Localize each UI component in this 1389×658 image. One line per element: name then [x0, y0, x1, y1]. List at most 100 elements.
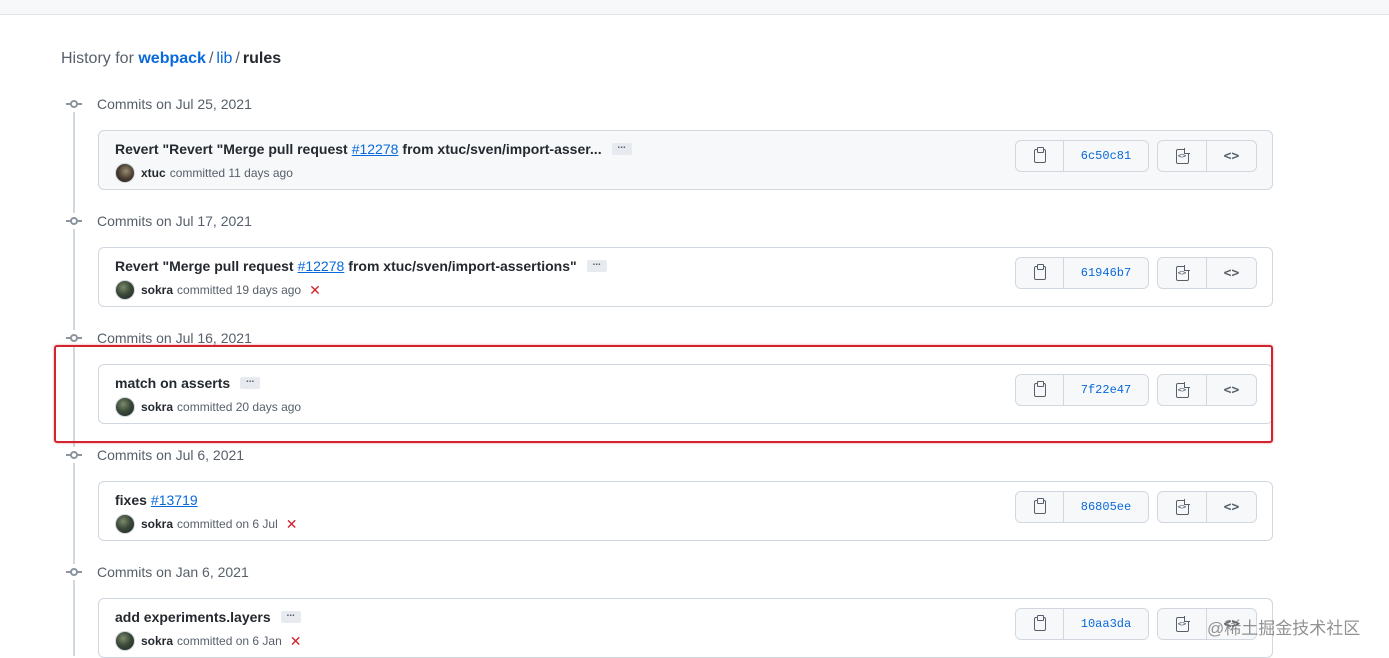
browse-button-group: <> <> [1157, 374, 1257, 406]
watermark: @稀土掘金技术社区 [1207, 619, 1361, 638]
author-link[interactable]: sokra [141, 283, 173, 297]
clipboard-icon [1033, 264, 1046, 280]
commit-title: match on asserts... [115, 375, 261, 391]
file-code-icon: <> [1175, 615, 1190, 632]
commit-title-link-rest[interactable]: from xtuc/sven/import-assertions" [348, 258, 576, 274]
expand-message-button[interactable]: ... [586, 258, 607, 272]
current-path: rules [242, 50, 282, 67]
commit-title: Revert "Merge pull request #12278 from xtu… [115, 258, 607, 274]
sha-button-group: 86805ee [1015, 491, 1149, 523]
browse-button-group: <> <> [1157, 140, 1257, 172]
status-failed-icon[interactable]: ✕ [309, 283, 321, 297]
file-code-icon: <> [1175, 381, 1190, 398]
browse-files-button[interactable]: <> [1158, 141, 1207, 171]
commit-title-link[interactable]: add experiments.layers [115, 609, 271, 625]
commit-title: Revert "Revert "Merge pull request #12278… [115, 141, 632, 157]
commit-title: fixes #13719 [115, 492, 202, 508]
avatar[interactable] [115, 631, 135, 651]
browse-files-button[interactable]: <> [1158, 258, 1207, 288]
status-failed-icon[interactable]: ✕ [286, 517, 298, 531]
clipboard-icon [1033, 615, 1046, 631]
commit-row: match on asserts... sokra committed 20 day… [98, 364, 1273, 424]
code-icon: <> [1223, 499, 1240, 515]
browse-files-button[interactable]: <> [1158, 609, 1207, 639]
commit-sha-link[interactable]: 10aa3da [1064, 609, 1148, 639]
commit-node-icon [66, 96, 82, 112]
avatar[interactable] [115, 514, 135, 534]
commit-title: add experiments.layers... [115, 609, 301, 625]
commit-meta: sokra committed 20 days ago [115, 397, 301, 417]
repo-link[interactable]: webpack [138, 50, 206, 67]
file-code-icon: <> [1175, 147, 1190, 164]
commit-title-link[interactable]: Revert "Merge pull request [115, 258, 294, 274]
status-failed-icon[interactable]: ✕ [290, 634, 302, 648]
top-bar [0, 0, 1389, 15]
sha-button-group: 61946b7 [1015, 257, 1149, 289]
group-date-label: Commits on Jul 16, 2021 [97, 330, 252, 346]
author-link[interactable]: sokra [141, 400, 173, 414]
sha-button-group: 6c50c81 [1015, 140, 1149, 172]
browse-code-button[interactable]: <> [1207, 375, 1256, 405]
clipboard-icon [1033, 381, 1046, 397]
browse-code-button[interactable]: <> [1207, 258, 1256, 288]
avatar[interactable] [115, 397, 135, 417]
commit-title-link-rest[interactable]: from xtuc/sven/import-asser... [402, 141, 601, 157]
commit-title-link[interactable]: Revert "Revert "Merge pull request [115, 141, 348, 157]
clipboard-icon [1033, 498, 1046, 514]
author-link[interactable]: sokra [141, 634, 173, 648]
copy-sha-button[interactable] [1016, 375, 1064, 405]
commit-group-header: Commits on Jul 17, 2021 [66, 211, 252, 231]
copy-sha-button[interactable] [1016, 609, 1064, 639]
commit-row: fixes #13719 sokra committed on 6 Jul ✕ 86805… [98, 481, 1273, 541]
group-date-label: Commits on Jul 6, 2021 [97, 447, 245, 463]
browse-files-button[interactable]: <> [1158, 375, 1207, 405]
commit-node-icon [66, 213, 82, 229]
commit-meta: sokra committed on 6 Jan ✕ [115, 631, 301, 651]
commit-title-link[interactable]: match on asserts [115, 375, 230, 391]
browse-files-button[interactable]: <> [1158, 492, 1207, 522]
browse-code-button[interactable]: <> [1207, 492, 1256, 522]
copy-sha-button[interactable] [1016, 492, 1064, 522]
title-prefix: History for [61, 50, 134, 67]
dir-link[interactable]: lib [216, 50, 232, 67]
commit-time: committed 20 days ago [177, 400, 302, 414]
commit-node-icon [66, 447, 82, 463]
pr-link[interactable]: #13719 [151, 492, 198, 508]
avatar[interactable] [115, 163, 135, 183]
commit-meta: sokra committed on 6 Jul ✕ [115, 514, 297, 534]
group-date-label: Commits on Jan 6, 2021 [97, 564, 249, 580]
commit-sha-link[interactable]: 6c50c81 [1064, 141, 1148, 171]
commit-row: add experiments.layers... sokra committed … [98, 598, 1273, 658]
pr-link[interactable]: #12278 [298, 258, 345, 274]
commit-group-header: Commits on Jul 16, 2021 [66, 328, 252, 348]
avatar[interactable] [115, 280, 135, 300]
commit-meta: xtuc committed 11 days ago [115, 163, 293, 183]
sha-button-group: 7f22e47 [1015, 374, 1149, 406]
commit-title-link[interactable]: fixes [115, 492, 147, 508]
expand-message-button[interactable]: ... [240, 375, 261, 389]
commit-time: committed 19 days ago [177, 283, 302, 297]
commit-meta: sokra committed 19 days ago ✕ [115, 280, 321, 300]
browse-code-button[interactable]: <> [1207, 141, 1256, 171]
expand-message-button[interactable]: ... [611, 141, 632, 155]
breadcrumb-separator: / [208, 50, 214, 67]
commit-node-icon [66, 330, 82, 346]
pr-link[interactable]: #12278 [352, 141, 399, 157]
expand-message-button[interactable]: ... [280, 609, 301, 623]
commit-sha-link[interactable]: 7f22e47 [1064, 375, 1148, 405]
author-link[interactable]: xtuc [141, 166, 166, 180]
commit-sha-link[interactable]: 86805ee [1064, 492, 1148, 522]
commit-group-header: Commits on Jan 6, 2021 [66, 562, 249, 582]
copy-sha-button[interactable] [1016, 258, 1064, 288]
file-code-icon: <> [1175, 264, 1190, 281]
commit-time: committed on 6 Jul [177, 517, 278, 531]
commit-row: Revert "Revert "Merge pull request #12278… [98, 130, 1273, 190]
copy-sha-button[interactable] [1016, 141, 1064, 171]
author-link[interactable]: sokra [141, 517, 173, 531]
commit-group-header: Commits on Jul 25, 2021 [66, 94, 252, 114]
code-icon: <> [1223, 382, 1240, 398]
clipboard-icon [1033, 147, 1046, 163]
group-date-label: Commits on Jul 17, 2021 [97, 213, 252, 229]
commit-sha-link[interactable]: 61946b7 [1064, 258, 1148, 288]
code-icon: <> [1223, 148, 1240, 164]
